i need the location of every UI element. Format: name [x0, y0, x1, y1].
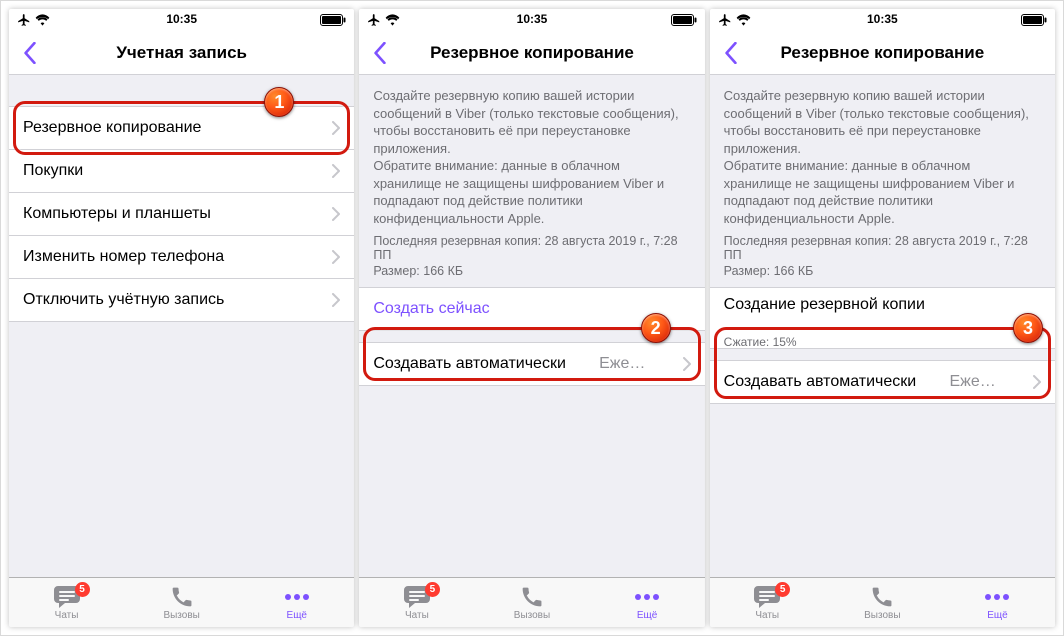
- badge-count: 5: [75, 582, 90, 597]
- status-bar: 10:35: [9, 9, 354, 31]
- chevron-right-icon: [332, 293, 340, 307]
- tab-label: Ещё: [987, 610, 1007, 621]
- page-title: Резервное копирование: [780, 43, 984, 63]
- wifi-icon: [385, 14, 400, 26]
- tab-label: Ещё: [637, 610, 657, 621]
- tab-bar: 5 Чаты Вызовы Ещё: [359, 577, 704, 627]
- airplane-icon: [367, 13, 381, 27]
- progress-bar-fill: [724, 328, 772, 330]
- auto-backup-label: Создавать автоматически: [373, 355, 566, 373]
- more-icon: [984, 585, 1010, 609]
- chevron-right-icon: [332, 164, 340, 178]
- cell-purchases[interactable]: Покупки: [9, 149, 354, 193]
- phone-icon: [521, 585, 543, 609]
- cell-label: Резервное копирование: [23, 119, 201, 137]
- tab-label: Вызовы: [163, 610, 199, 621]
- tab-label: Чаты: [55, 610, 79, 621]
- progress-bar: [724, 328, 1041, 330]
- status-time: 10:35: [359, 12, 704, 26]
- chat-icon: 5: [404, 585, 430, 609]
- more-icon: [634, 585, 660, 609]
- status-time: 10:35: [9, 12, 354, 26]
- chevron-right-icon: [683, 357, 691, 371]
- chat-icon: 5: [54, 585, 80, 609]
- tab-chats[interactable]: 5 Чаты: [359, 578, 474, 627]
- last-backup-line: Последняя резервная копия: 28 августа 20…: [359, 233, 704, 263]
- cell-deactivate[interactable]: Отключить учётную запись: [9, 278, 354, 322]
- cell-label: Отключить учётную запись: [23, 291, 224, 309]
- chevron-right-icon: [332, 250, 340, 264]
- create-now-button[interactable]: Создать сейчас: [359, 287, 704, 331]
- auto-backup-value: Еже…: [949, 373, 999, 391]
- cell-change-number[interactable]: Изменить номер телефона: [9, 235, 354, 279]
- tab-more[interactable]: Ещё: [239, 578, 354, 627]
- back-button[interactable]: [15, 31, 45, 74]
- tab-label: Вызовы: [514, 610, 550, 621]
- tab-label: Ещё: [287, 610, 307, 621]
- status-time: 10:35: [710, 12, 1055, 26]
- chat-icon: 5: [754, 585, 780, 609]
- tab-bar: 5 Чаты Вызовы Ещё: [710, 577, 1055, 627]
- tab-bar: 5 Чаты Вызовы Ещё: [9, 577, 354, 627]
- back-button[interactable]: [365, 31, 395, 74]
- backup-description: Создайте резервную копию вашей истории с…: [710, 75, 1055, 233]
- screen-backup-settings: 10:35 Резервное копирование Создайте рез…: [359, 9, 704, 627]
- chevron-right-icon: [1033, 375, 1041, 389]
- tab-calls[interactable]: Вызовы: [474, 578, 589, 627]
- airplane-icon: [17, 13, 31, 27]
- status-bar: 10:35: [710, 9, 1055, 31]
- back-button[interactable]: [716, 31, 746, 74]
- progress-title: Создание резервной копии: [724, 296, 1041, 314]
- size-line: Размер: 166 КБ: [710, 263, 1055, 288]
- cell-label: Покупки: [23, 162, 83, 180]
- backup-description: Создайте резервную копию вашей истории с…: [359, 75, 704, 233]
- tab-chats[interactable]: 5 Чаты: [710, 578, 825, 627]
- auto-backup-label: Создавать автоматически: [724, 373, 917, 391]
- badge-count: 5: [775, 582, 790, 597]
- battery-icon: [320, 14, 346, 26]
- cell-backup[interactable]: Резервное копирование: [9, 106, 354, 150]
- backup-progress-cell: Создание резервной копии Сжатие: 15%: [710, 287, 1055, 349]
- screen-account: 10:35 Учетная запись Резервное копирован…: [9, 9, 354, 627]
- auto-backup-cell[interactable]: Создавать автоматически Еже…: [359, 342, 704, 386]
- last-backup-line: Последняя резервная копия: 28 августа 20…: [710, 233, 1055, 263]
- tab-label: Вызовы: [864, 610, 900, 621]
- badge-count: 5: [425, 582, 440, 597]
- auto-backup-cell[interactable]: Создавать автоматически Еже…: [710, 360, 1055, 404]
- wifi-icon: [35, 14, 50, 26]
- airplane-icon: [718, 13, 732, 27]
- status-bar: 10:35: [359, 9, 704, 31]
- cell-label: Компьютеры и планшеты: [23, 205, 211, 223]
- tab-label: Чаты: [405, 610, 429, 621]
- more-icon: [284, 585, 310, 609]
- page-title: Учетная запись: [116, 43, 247, 63]
- screen-backup-progress: 10:35 Резервное копирование Создайте рез…: [710, 9, 1055, 627]
- tab-label: Чаты: [755, 610, 779, 621]
- nav-bar: Резервное копирование: [710, 31, 1055, 75]
- create-now-label: Создать сейчас: [373, 300, 489, 318]
- auto-backup-value: Еже…: [599, 355, 649, 373]
- cell-computers[interactable]: Компьютеры и планшеты: [9, 192, 354, 236]
- battery-icon: [671, 14, 697, 26]
- phone-icon: [171, 585, 193, 609]
- tab-calls[interactable]: Вызовы: [124, 578, 239, 627]
- wifi-icon: [736, 14, 751, 26]
- nav-bar: Резервное копирование: [359, 31, 704, 75]
- size-line: Размер: 166 КБ: [359, 263, 704, 288]
- tab-chats[interactable]: 5 Чаты: [9, 578, 124, 627]
- phone-icon: [871, 585, 893, 609]
- tab-calls[interactable]: Вызовы: [825, 578, 940, 627]
- cell-label: Изменить номер телефона: [23, 248, 224, 266]
- tab-more[interactable]: Ещё: [590, 578, 705, 627]
- chevron-right-icon: [332, 121, 340, 135]
- tab-more[interactable]: Ещё: [940, 578, 1055, 627]
- battery-icon: [1021, 14, 1047, 26]
- nav-bar: Учетная запись: [9, 31, 354, 75]
- chevron-right-icon: [332, 207, 340, 221]
- progress-subtitle: Сжатие: 15%: [724, 335, 1041, 349]
- page-title: Резервное копирование: [430, 43, 634, 63]
